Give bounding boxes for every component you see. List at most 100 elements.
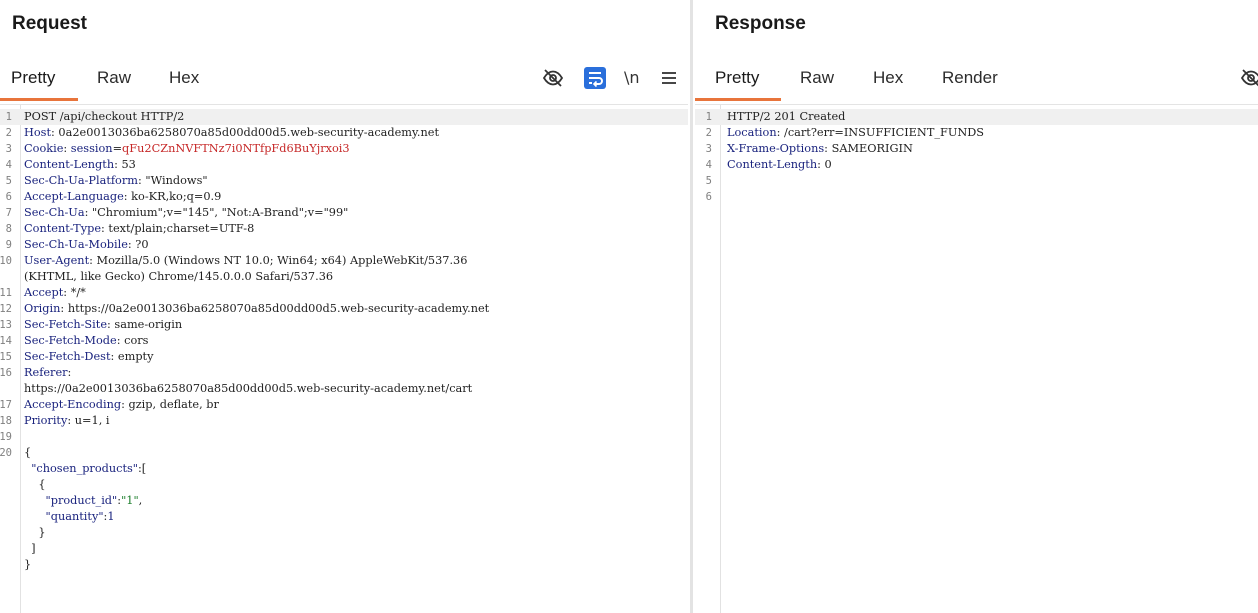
response-tab-hex[interactable]: Hex bbox=[873, 68, 903, 88]
header-name: Sec-Ch-Ua-Mobile bbox=[24, 238, 128, 251]
json-punctuation: :[ bbox=[138, 462, 147, 475]
response-code-line[interactable]: 3 X-Frame-Options: SAMEORIGIN bbox=[695, 141, 1258, 157]
eye-slash-icon[interactable] bbox=[1239, 66, 1258, 90]
header-name: Location bbox=[727, 126, 777, 139]
request-code-line[interactable]: 12 Origin: https://0a2e0013036ba6258070a8… bbox=[0, 301, 688, 317]
header-name: Cookie bbox=[24, 142, 64, 155]
line-number: 12 bbox=[0, 303, 12, 315]
line-number: 2 bbox=[5, 127, 12, 139]
request-code-line[interactable]: 20 { bbox=[0, 445, 688, 461]
header-value: Mozilla/5.0 (Windows NT 10.0; Win64; x64… bbox=[96, 254, 468, 267]
response-code-line[interactable]: 2 Location: /cart?err=INSUFFICIENT_FUNDS bbox=[695, 125, 1258, 141]
line-text: Content-Length: 53 bbox=[24, 158, 136, 171]
json-punctuation: } bbox=[24, 558, 32, 571]
request-code-line[interactable]: 15 Sec-Fetch-Dest: empty bbox=[0, 349, 688, 365]
line-number: 17 bbox=[0, 399, 12, 411]
line-text: Sec-Ch-Ua-Mobile: ?0 bbox=[24, 238, 149, 251]
request-code-line[interactable]: "chosen_products":[ bbox=[0, 461, 688, 477]
request-code-line[interactable]: 7 Sec-Ch-Ua: "Chromium";v="145", "Not:A-B… bbox=[0, 205, 688, 221]
response-code-line[interactable]: 6 bbox=[695, 189, 1258, 205]
request-tab-hex[interactable]: Hex bbox=[169, 68, 199, 88]
line-number: 16 bbox=[0, 367, 12, 379]
header-name: Host bbox=[24, 126, 51, 139]
line-text: "product_id":"1", bbox=[24, 493, 143, 509]
line-text: "quantity":1 bbox=[24, 509, 115, 525]
line-text: Accept-Language: ko-KR,ko;q=0.9 bbox=[24, 190, 222, 203]
line-number: 1 bbox=[5, 111, 12, 123]
request-code-line[interactable]: 13 Sec-Fetch-Site: same-origin bbox=[0, 317, 688, 333]
request-code-line[interactable]: ] bbox=[0, 541, 688, 557]
request-code-line[interactable]: 4 Content-Length: 53 bbox=[0, 157, 688, 173]
header-value: 0a2e0013036ba6258070a85d00dd00d5.web-sec… bbox=[58, 126, 439, 139]
header-name: Content-Type bbox=[24, 222, 102, 235]
request-code-line[interactable]: 18 Priority: u=1, i bbox=[0, 413, 688, 429]
line-text: HTTP/2 201 Created bbox=[727, 110, 846, 123]
pane-divider[interactable] bbox=[690, 0, 693, 613]
line-text: Accept-Encoding: gzip, deflate, br bbox=[24, 398, 219, 411]
response-code-line[interactable]: 5 bbox=[695, 173, 1258, 189]
header-value: SAMEORIGIN bbox=[831, 142, 913, 155]
request-code-line[interactable]: 1 POST /api/checkout HTTP/2 bbox=[0, 109, 688, 125]
request-tab-pretty[interactable]: Pretty bbox=[11, 68, 55, 88]
request-editor[interactable]: 1 POST /api/checkout HTTP/2 2 Host: 0a2e001… bbox=[0, 104, 688, 613]
json-punctuation: } bbox=[24, 526, 46, 539]
response-editor[interactable]: 1 HTTP/2 201 Created 2 Location: /cart?err=… bbox=[695, 104, 1258, 613]
request-code-line[interactable]: 3 Cookie: session=qFu2CZnNVFTNz7i0NTfpFd6… bbox=[0, 141, 688, 157]
line-text: Accept: */* bbox=[24, 286, 86, 299]
response-code-line[interactable]: 4 Content-Length: 0 bbox=[695, 157, 1258, 173]
line-number: 7 bbox=[5, 207, 12, 219]
line-number: 13 bbox=[0, 319, 12, 331]
header-value: ko-KR,ko;q=0.9 bbox=[131, 190, 222, 203]
line-number: 3 bbox=[5, 143, 12, 155]
request-code-line[interactable]: 8 Content-Type: text/plain;charset=UTF-8 bbox=[0, 221, 688, 237]
request-title: Request bbox=[12, 13, 87, 34]
json-punctuation: , bbox=[138, 494, 143, 507]
response-tab-render[interactable]: Render bbox=[942, 68, 998, 88]
response-tab-raw[interactable]: Raw bbox=[800, 68, 834, 88]
request-code-line[interactable]: "quantity":1 bbox=[0, 509, 688, 525]
request-code-line[interactable]: { bbox=[0, 477, 688, 493]
request-tab-raw[interactable]: Raw bbox=[97, 68, 131, 88]
line-text: ] bbox=[24, 541, 35, 557]
request-code-line[interactable]: 2 Host: 0a2e0013036ba6258070a85d00dd00d5.… bbox=[0, 125, 688, 141]
response-tab-pretty[interactable]: Pretty bbox=[715, 68, 759, 88]
word-wrap-icon[interactable] bbox=[583, 66, 607, 90]
request-code-line[interactable]: 11 Accept: */* bbox=[0, 285, 688, 301]
request-code-line[interactable]: "product_id":"1", bbox=[0, 493, 688, 509]
newline-toggle[interactable]: \n bbox=[624, 68, 640, 87]
request-code-line[interactable]: https://0a2e0013036ba6258070a85d00dd00d5… bbox=[0, 381, 688, 397]
request-code-line[interactable]: 6 Accept-Language: ko-KR,ko;q=0.9 bbox=[0, 189, 688, 205]
header-value: ?0 bbox=[135, 238, 149, 251]
line-text: User-Agent: Mozilla/5.0 (Windows NT 10.0… bbox=[24, 254, 468, 267]
header-name: Sec-Fetch-Site bbox=[24, 318, 108, 331]
request-code-line[interactable]: } bbox=[0, 525, 688, 541]
response-tabbar: Pretty Raw Hex Render bbox=[695, 58, 1258, 102]
line-number: 4 bbox=[5, 159, 12, 171]
request-code-line[interactable]: (KHTML, like Gecko) Chrome/145.0.0.0 Saf… bbox=[0, 269, 688, 285]
json-punctuation bbox=[24, 510, 46, 523]
line-text: { bbox=[24, 445, 31, 461]
request-code-line[interactable]: 5 Sec-Ch-Ua-Platform: "Windows" bbox=[0, 173, 688, 189]
request-code-line[interactable]: 17 Accept-Encoding: gzip, deflate, br bbox=[0, 397, 688, 413]
request-code-line[interactable]: 10 User-Agent: Mozilla/5.0 (Windows NT 10… bbox=[0, 253, 688, 269]
line-text: Sec-Ch-Ua-Platform: "Windows" bbox=[24, 174, 208, 187]
line-text: Sec-Fetch-Mode: cors bbox=[24, 334, 149, 347]
eye-slash-icon[interactable] bbox=[541, 66, 565, 90]
cookie-value: qFu2CZnNVFTNz7i0NTfpFd6BuYjrxoi3 bbox=[122, 142, 350, 155]
header-value: "Windows" bbox=[145, 174, 208, 187]
request-code-line[interactable]: 16 Referer: bbox=[0, 365, 688, 381]
line-text: Sec-Fetch-Site: same-origin bbox=[24, 318, 183, 331]
hamburger-menu-icon[interactable] bbox=[658, 67, 682, 91]
request-pane: Request Pretty Raw Hex \n 1 POST /api/ch… bbox=[0, 0, 688, 613]
request-code-line[interactable]: 19 bbox=[0, 429, 688, 445]
line-text: X-Frame-Options: SAMEORIGIN bbox=[727, 142, 913, 155]
json-key: "chosen_products" bbox=[31, 462, 138, 475]
request-code-line[interactable]: } bbox=[0, 557, 688, 573]
json-key: "quantity" bbox=[45, 510, 104, 523]
json-key: "product_id" bbox=[45, 494, 118, 507]
line-text: } bbox=[24, 557, 31, 573]
header-name: Content-Length bbox=[727, 158, 818, 171]
response-code-line[interactable]: 1 HTTP/2 201 Created bbox=[695, 109, 1258, 125]
request-code-line[interactable]: 9 Sec-Ch-Ua-Mobile: ?0 bbox=[0, 237, 688, 253]
request-code-line[interactable]: 14 Sec-Fetch-Mode: cors bbox=[0, 333, 688, 349]
